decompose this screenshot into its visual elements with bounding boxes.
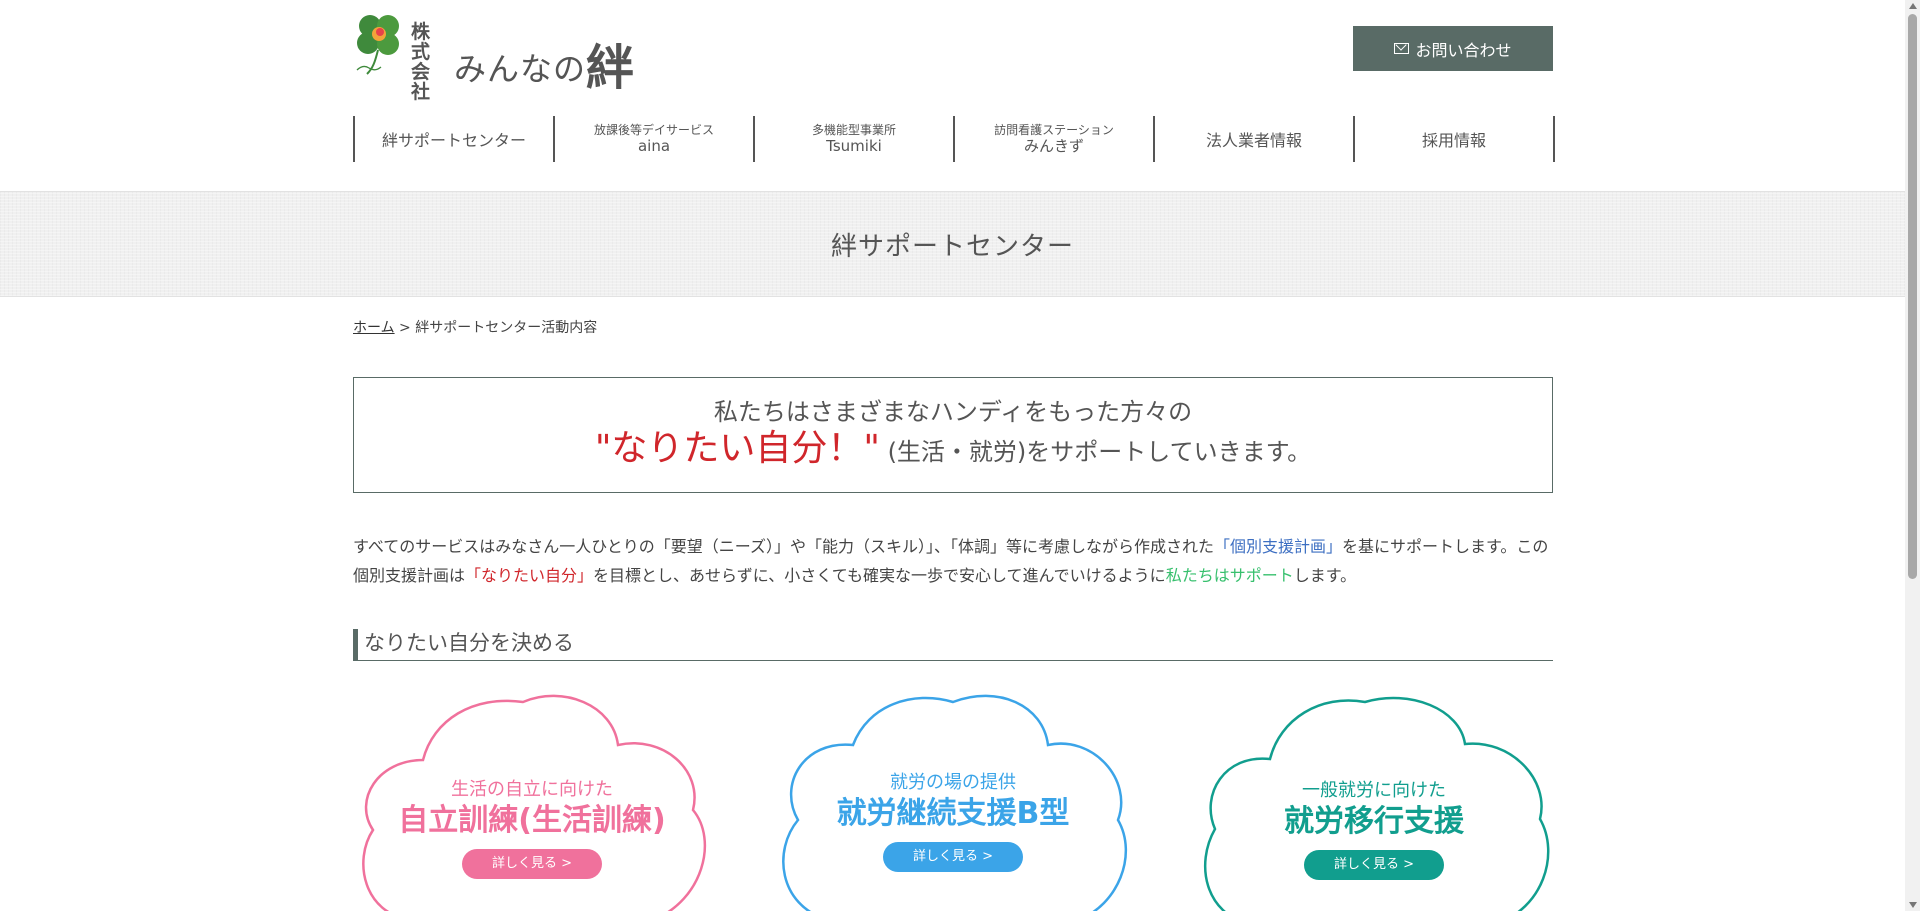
detail-button-label: 詳しく見る	[491, 856, 557, 871]
detail-button-independence[interactable]: 詳しく見る >	[461, 849, 603, 879]
nav-item-corporate-info[interactable]: 法人業者情報	[1155, 116, 1355, 162]
contact-button[interactable]: お問い合わせ	[1353, 26, 1553, 71]
detail-button-label: 詳しく見る	[912, 849, 978, 864]
cloud-content: 生活の自立に向けた 自立訓練(生活訓練) 詳しく見る >	[353, 775, 711, 879]
logo-name: みんなの絆	[454, 24, 636, 96]
section-title: なりたい自分を決める	[353, 629, 1553, 661]
service-card-employment-transition: 一般就労に向けた 就労移行支援 詳しく見る >	[1195, 694, 1553, 911]
cloud-content: 就労の場の提供 就労継続支援B型 詳しく見る >	[773, 768, 1133, 872]
intro-paragraph: すべてのサービスはみなさん一人ひとりの「要望（ニーズ）」や「能力（スキル）」、「…	[353, 532, 1553, 590]
logo-name-text: みんなの	[454, 50, 587, 88]
cloud-title: 自立訓練(生活訓練)	[398, 803, 666, 838]
main-nav: 絆サポートセンター 放課後等デイサービス aina 多機能型事業所 Tsumik…	[353, 116, 1555, 162]
cloud-subtitle: 生活の自立に向けた	[451, 779, 613, 800]
breadcrumb-home-link[interactable]: ホーム	[353, 320, 395, 336]
scroll-down-arrow-icon[interactable]	[1909, 902, 1917, 908]
detail-button-employment-transition[interactable]: 詳しく見る >	[1303, 850, 1445, 880]
service-card-independence: 生活の自立に向けた 自立訓練(生活訓練) 詳しく見る >	[353, 690, 711, 911]
para-highlight-support: 私たちはサポート	[1165, 566, 1294, 585]
nav-item-sublabel: 放課後等デイサービス	[593, 123, 714, 137]
clover-logo-icon	[356, 15, 399, 75]
detail-button-label: 詳しく見る	[1333, 857, 1399, 872]
nav-item-label: 法人業者情報	[1205, 131, 1302, 150]
mail-icon	[1394, 43, 1410, 54]
nav-item-kizuna-support[interactable]: 絆サポートセンター	[355, 116, 555, 162]
nav-item-aina[interactable]: 放課後等デイサービス aina	[555, 116, 755, 162]
nav-item-sublabel: 訪問看護ステーション	[994, 123, 1114, 137]
scrollbar-thumb[interactable]	[1908, 14, 1917, 579]
breadcrumb-current: 絆サポートセンター活動内容	[415, 320, 598, 336]
nav-item-recruit[interactable]: 採用情報	[1355, 116, 1555, 162]
nav-item-label: 採用情報	[1421, 131, 1486, 150]
cloud-title: 就労継続支援B型	[836, 796, 1070, 831]
nav-item-tsumiki[interactable]: 多機能型事業所 Tsumiki	[755, 116, 955, 162]
logo-company-type: 株式 会社	[411, 22, 430, 102]
nav-item-minkizu[interactable]: 訪問看護ステーション みんきず	[955, 116, 1155, 162]
nav-item-label: aina	[637, 137, 671, 155]
para-text: を目標とし、あせらずに、小さくても確実な一歩で安心して進んでいけるように	[593, 566, 1166, 585]
page-banner: 絆サポートセンター	[0, 191, 1905, 297]
cloud-title: 就労移行支援	[1284, 804, 1464, 839]
service-card-type-b: 就労の場の提供 就労継続支援B型 詳しく見る >	[773, 690, 1133, 911]
page-title: 絆サポートセンター	[830, 231, 1074, 262]
breadcrumb: ホーム > 絆サポートセンター活動内容	[353, 317, 597, 337]
cloud-subtitle: 一般就労に向けた	[1302, 780, 1446, 801]
nav-item-label: Tsumiki	[826, 137, 882, 155]
nav-item-label: 絆サポートセンター	[381, 131, 526, 150]
lead-line2-rest: (生活・就労)をサポートしていきます。	[879, 438, 1312, 466]
page: 株式 会社 みんなの絆 お問い合わせ 絆サポートセンター 放課後等デイサービス …	[0, 0, 1905, 911]
para-text: すべてのサービスはみなさん一人ひとりの「要望（ニーズ）」や「能力（スキル）」、「…	[353, 537, 1214, 556]
nav-item-label: みんきず	[1023, 137, 1084, 155]
nav-item-sublabel: 多機能型事業所	[811, 123, 896, 137]
logo-company-line1: 株式	[411, 21, 431, 63]
contact-button-label: お問い合わせ	[1415, 40, 1512, 60]
lead-line2: "なりたい自分！" (生活・就労)をサポートしていきます。	[354, 427, 1552, 474]
logo-kanji: 絆	[586, 40, 636, 96]
detail-button-type-b[interactable]: 詳しく見る >	[882, 842, 1024, 872]
para-highlight-plan: 「個別支援計画」	[1213, 537, 1342, 556]
page-scrollbar[interactable]	[1905, 0, 1920, 911]
para-text: します。	[1293, 566, 1357, 585]
site-logo[interactable]: 株式 会社 みんなの絆	[353, 10, 634, 102]
scroll-up-arrow-icon[interactable]	[1909, 3, 1917, 9]
logo-company-line2: 会社	[411, 61, 431, 103]
cloud-subtitle: 就労の場の提供	[890, 772, 1016, 793]
breadcrumb-separator: >	[394, 320, 416, 336]
lead-box: 私たちはさまざまなハンディをもった方々の "なりたい自分！" (生活・就労)をサ…	[353, 377, 1553, 493]
lead-line1: 私たちはさまざまなハンディをもった方々の	[713, 398, 1193, 426]
cloud-content: 一般就労に向けた 就労移行支援 詳しく見る >	[1195, 776, 1553, 880]
lead-highlight: "なりたい自分！"	[594, 428, 880, 469]
para-highlight-goal: 「なりたい自分」	[465, 566, 594, 585]
